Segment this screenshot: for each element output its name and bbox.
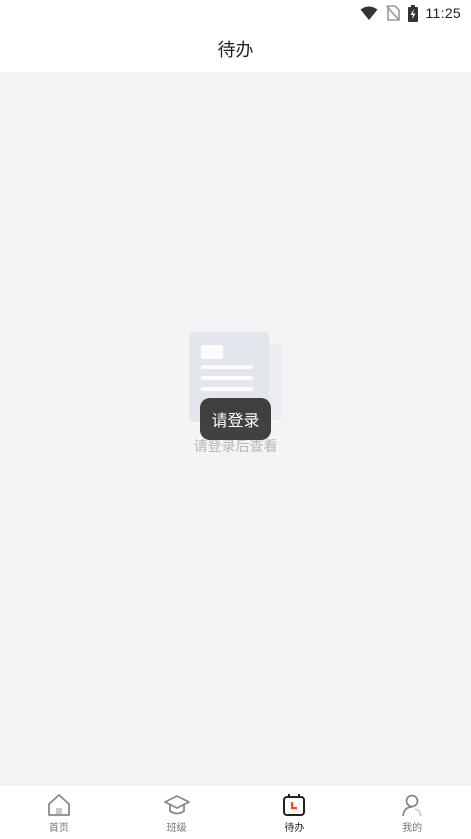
home-icon (46, 793, 72, 817)
tab-mine[interactable]: 我的 (353, 786, 471, 839)
tab-home[interactable]: 首页 (0, 786, 118, 839)
battery-charging-icon (407, 4, 418, 22)
no-sim-icon (385, 5, 400, 21)
tab-label: 班级 (166, 823, 187, 834)
title-bar: 待办 (0, 26, 471, 72)
main-content: 请登录后查看 请登录 (0, 72, 471, 785)
tab-class[interactable]: 班级 (118, 786, 236, 839)
tab-todo[interactable]: 待办 (236, 786, 354, 839)
calendar-todo-icon (281, 793, 307, 817)
page-title: 待办 (217, 40, 254, 61)
status-bar: 11:25 (0, 0, 471, 26)
login-toast: 请登录 (200, 398, 271, 440)
graduation-cap-icon (163, 793, 191, 817)
bottom-tab-bar: 首页 班级 待办 我的 (0, 785, 471, 839)
tab-label: 首页 (48, 823, 69, 834)
tab-label: 我的 (402, 823, 423, 834)
wifi-icon (360, 6, 378, 21)
person-icon (399, 793, 425, 817)
tab-label: 待办 (284, 823, 305, 834)
status-time: 11:25 (425, 5, 461, 21)
